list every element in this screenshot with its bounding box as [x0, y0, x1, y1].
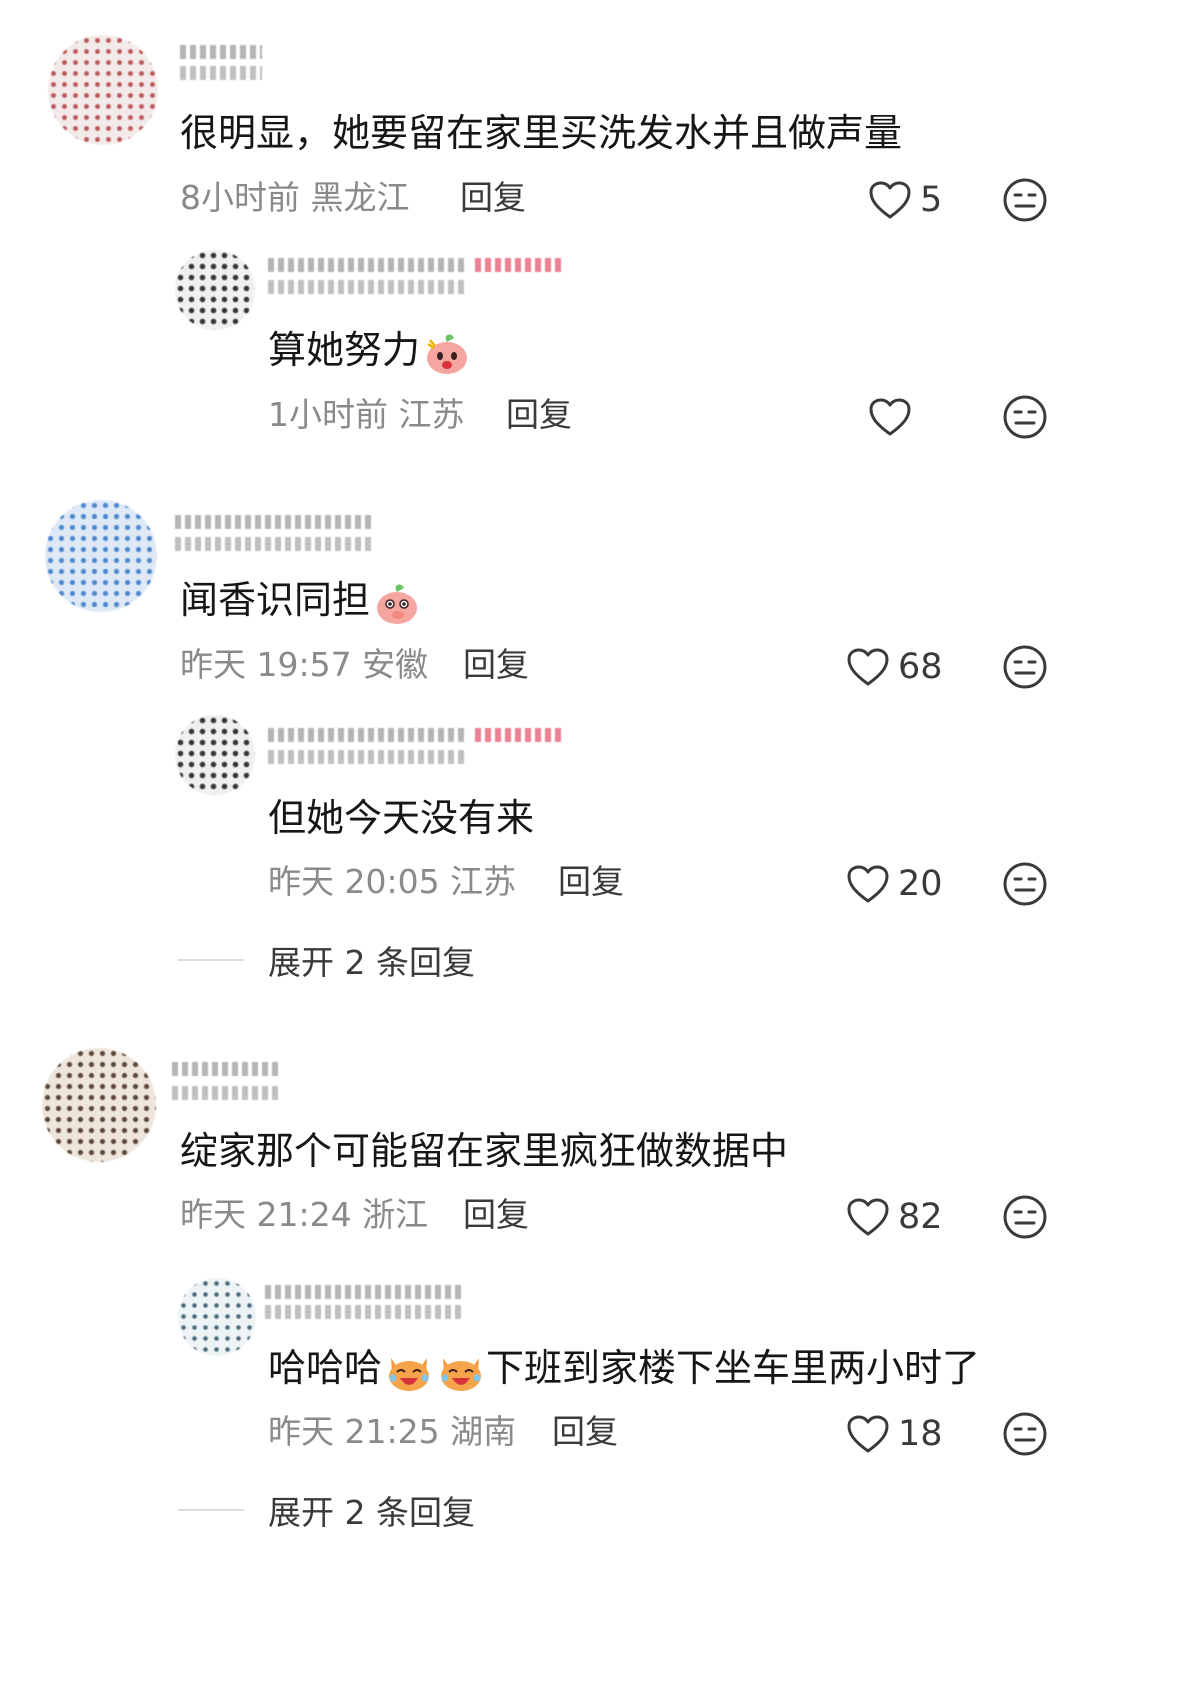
username-line [265, 1305, 465, 1319]
author-badge [475, 258, 565, 272]
like-button[interactable]: 5 [868, 176, 942, 224]
reply-button[interactable]: 回复 [463, 645, 529, 685]
comment-meta: 昨天 21:24 浙江 [180, 1195, 428, 1235]
divider [178, 1509, 244, 1511]
username[interactable] [172, 1062, 282, 1076]
like-button[interactable] [868, 393, 920, 441]
comment-time: 8小时前 [180, 178, 300, 217]
like-count: 18 [898, 1414, 943, 1454]
comment-time: 昨天 21:25 [268, 1412, 440, 1451]
heart-outline-icon [846, 1414, 890, 1454]
avatar[interactable] [175, 715, 255, 795]
username-line [172, 1086, 282, 1100]
divider [178, 959, 244, 961]
expand-replies-label: 展开 2 条回复 [268, 943, 475, 982]
username[interactable] [265, 1285, 465, 1299]
avatar[interactable] [42, 1048, 156, 1162]
username[interactable] [175, 515, 375, 529]
reply-button[interactable]: 回复 [463, 1195, 529, 1235]
cat-laugh-emoji [389, 1357, 430, 1391]
reply-button[interactable]: 回复 [552, 1412, 618, 1452]
comment-text: 算她努力 [268, 327, 472, 376]
peach-shy-emoji [377, 584, 418, 624]
comment-location: 湖南 [450, 1412, 517, 1451]
comment-text-body: 下班到家楼下坐车里两小时了 [486, 1346, 981, 1390]
like-count: 68 [898, 647, 943, 687]
like-button[interactable]: 68 [846, 643, 943, 691]
avatar[interactable] [175, 250, 255, 330]
heart-outline-icon [846, 647, 890, 687]
username-line [268, 280, 468, 294]
like-count: 20 [898, 864, 943, 904]
peach-angry-emoji [427, 334, 468, 374]
like-count: 5 [920, 180, 943, 220]
comment-time: 昨天 20:05 [268, 862, 440, 901]
username[interactable] [180, 45, 262, 59]
comment-location: 黑龙江 [310, 178, 410, 217]
comment-text: 绽家那个可能留在家里疯狂做数据中 [180, 1129, 789, 1173]
comment-meta: 1小时前 江苏 [268, 395, 465, 435]
dislike-face-icon[interactable] [1002, 177, 1048, 223]
expand-replies-button[interactable]: 展开 2 条回复 [178, 936, 475, 984]
comment-location: 江苏 [450, 862, 517, 901]
username[interactable] [268, 258, 468, 272]
reply-button[interactable]: 回复 [506, 395, 572, 435]
username[interactable] [268, 728, 468, 742]
comment-time: 昨天 19:57 [180, 645, 352, 684]
expand-replies-label: 展开 2 条回复 [268, 1493, 475, 1532]
comment-location: 浙江 [362, 1195, 429, 1234]
heart-outline-icon [846, 1197, 890, 1237]
comment-time: 昨天 21:24 [180, 1195, 352, 1234]
comment-text: 很明显，她要留在家里买洗发水并且做声量 [180, 111, 903, 155]
comment-text-body: 闻香识同担 [180, 578, 371, 622]
reply-button[interactable]: 回复 [460, 178, 526, 218]
dislike-face-icon[interactable] [1002, 1411, 1048, 1457]
avatar[interactable] [178, 1278, 256, 1356]
comment-meta: 8小时前 黑龙江 [180, 178, 410, 218]
cat-laugh-emoji [441, 1357, 482, 1391]
dislike-face-icon[interactable] [1002, 644, 1048, 690]
comment-meta: 昨天 19:57 安徽 [180, 645, 428, 685]
comment-location: 安徽 [362, 645, 429, 684]
comment-text: 闻香识同担 [180, 577, 422, 626]
heart-outline-icon [868, 397, 912, 437]
comment-time: 1小时前 [268, 395, 388, 434]
dislike-face-icon[interactable] [1002, 861, 1048, 907]
expand-replies-button[interactable]: 展开 2 条回复 [178, 1486, 475, 1534]
avatar[interactable] [48, 35, 158, 145]
username-line [175, 537, 375, 551]
comment-text-body: 算她努力 [268, 328, 421, 372]
reply-button[interactable]: 回复 [558, 862, 624, 902]
dislike-face-icon[interactable] [1002, 394, 1048, 440]
avatar[interactable] [45, 500, 157, 612]
like-count: 82 [898, 1197, 943, 1237]
comment-text-prefix: 哈哈哈 [268, 1346, 383, 1390]
comment-text: 哈哈哈 下班到家楼下坐车里两小时了 [268, 1345, 980, 1394]
heart-outline-icon [868, 180, 912, 220]
dislike-face-icon[interactable] [1002, 1194, 1048, 1240]
author-badge [475, 728, 565, 742]
comment-text: 但她今天没有来 [268, 796, 535, 840]
like-button[interactable]: 82 [846, 1193, 943, 1241]
comment-meta: 昨天 21:25 湖南 [268, 1412, 516, 1452]
heart-outline-icon [846, 864, 890, 904]
like-button[interactable]: 20 [846, 860, 943, 908]
comment-meta: 昨天 20:05 江苏 [268, 862, 516, 902]
username-line [180, 66, 262, 80]
like-button[interactable]: 18 [846, 1410, 943, 1458]
comment-location: 江苏 [398, 395, 465, 434]
username-line [268, 750, 468, 764]
